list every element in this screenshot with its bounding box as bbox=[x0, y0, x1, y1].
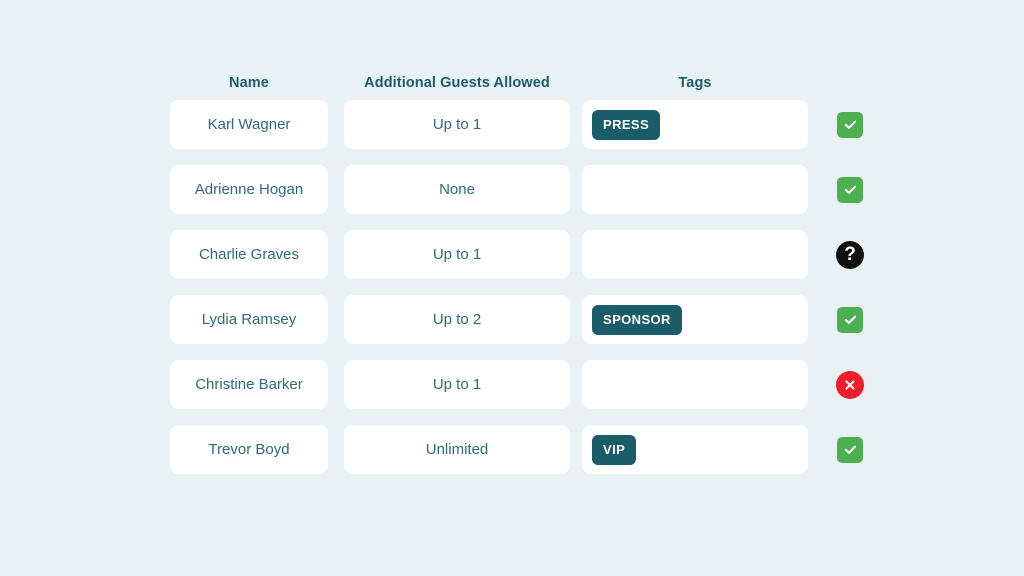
cell-status[interactable]: ? bbox=[824, 230, 876, 279]
cell-tags[interactable] bbox=[582, 360, 808, 409]
check-icon[interactable] bbox=[837, 436, 863, 463]
cell-name[interactable]: Christine Barker bbox=[170, 360, 328, 409]
tag-pill[interactable]: PRESS bbox=[592, 109, 661, 140]
guest-list-screen: Name Additional Guests Allowed Tags Karl… bbox=[0, 0, 1024, 576]
additional-guests-label: Unlimited bbox=[425, 441, 489, 458]
table-row: Karl Wagner Up to 1 PRESS bbox=[170, 100, 870, 149]
guest-name-label: Trevor Boyd bbox=[208, 441, 290, 458]
check-icon[interactable] bbox=[837, 176, 863, 203]
cell-tags[interactable]: VIP bbox=[582, 425, 808, 474]
cell-name[interactable]: Charlie Graves bbox=[170, 230, 328, 279]
guest-name-label: Karl Wagner bbox=[207, 116, 291, 133]
question-mark-icon[interactable]: ? bbox=[836, 240, 864, 269]
cell-name[interactable]: Trevor Boyd bbox=[170, 425, 328, 474]
tag-pill[interactable]: SPONSOR bbox=[592, 304, 682, 335]
cell-additional-guests[interactable]: Unlimited bbox=[344, 425, 570, 474]
guest-name-label: Christine Barker bbox=[195, 376, 303, 393]
cell-name[interactable]: Karl Wagner bbox=[170, 100, 328, 149]
cell-status[interactable] bbox=[824, 165, 876, 214]
guest-table: Name Additional Guests Allowed Tags Karl… bbox=[170, 62, 870, 474]
cell-tags[interactable] bbox=[582, 165, 808, 214]
check-icon[interactable] bbox=[837, 306, 863, 333]
table-row: Christine Barker Up to 1 bbox=[170, 360, 870, 409]
check-icon[interactable] bbox=[837, 111, 863, 138]
cell-tags[interactable] bbox=[582, 230, 808, 279]
table-row: Charlie Graves Up to 1 ? bbox=[170, 230, 870, 279]
column-header-name: Name bbox=[229, 74, 269, 91]
table-body: Karl Wagner Up to 1 PRESS Adrienne Hogan… bbox=[170, 100, 870, 474]
additional-guests-label: Up to 2 bbox=[432, 311, 482, 328]
cell-name[interactable]: Lydia Ramsey bbox=[170, 295, 328, 344]
cross-icon[interactable] bbox=[836, 370, 864, 399]
table-row: Lydia Ramsey Up to 2 SPONSOR bbox=[170, 295, 870, 344]
tag-pill[interactable]: VIP bbox=[592, 434, 637, 465]
column-header-status bbox=[824, 90, 876, 92]
question-mark-glyph: ? bbox=[844, 243, 856, 265]
additional-guests-label: Up to 1 bbox=[432, 376, 482, 393]
additional-guests-label: Up to 1 bbox=[432, 246, 482, 263]
cell-name[interactable]: Adrienne Hogan bbox=[170, 165, 328, 214]
table-row: Trevor Boyd Unlimited VIP bbox=[170, 425, 870, 474]
table-header-row: Name Additional Guests Allowed Tags bbox=[170, 62, 870, 92]
cell-tags[interactable]: PRESS bbox=[582, 100, 808, 149]
cell-additional-guests[interactable]: Up to 1 bbox=[344, 100, 570, 149]
cell-additional-guests[interactable]: None bbox=[344, 165, 570, 214]
cell-tags[interactable]: SPONSOR bbox=[582, 295, 808, 344]
guest-name-label: Adrienne Hogan bbox=[194, 181, 304, 198]
cell-status[interactable] bbox=[824, 100, 876, 149]
cell-status[interactable] bbox=[824, 295, 876, 344]
guest-name-label: Charlie Graves bbox=[198, 246, 300, 263]
additional-guests-label: Up to 1 bbox=[432, 116, 482, 133]
guest-name-label: Lydia Ramsey bbox=[201, 311, 297, 328]
cell-additional-guests[interactable]: Up to 1 bbox=[344, 230, 570, 279]
additional-guests-label: None bbox=[439, 181, 475, 198]
column-header-guests: Additional Guests Allowed bbox=[364, 74, 550, 91]
table-row: Adrienne Hogan None bbox=[170, 165, 870, 214]
cell-additional-guests[interactable]: Up to 1 bbox=[344, 360, 570, 409]
column-header-tags: Tags bbox=[678, 74, 712, 91]
cell-status[interactable] bbox=[824, 360, 876, 409]
cell-additional-guests[interactable]: Up to 2 bbox=[344, 295, 570, 344]
cell-status[interactable] bbox=[824, 425, 876, 474]
